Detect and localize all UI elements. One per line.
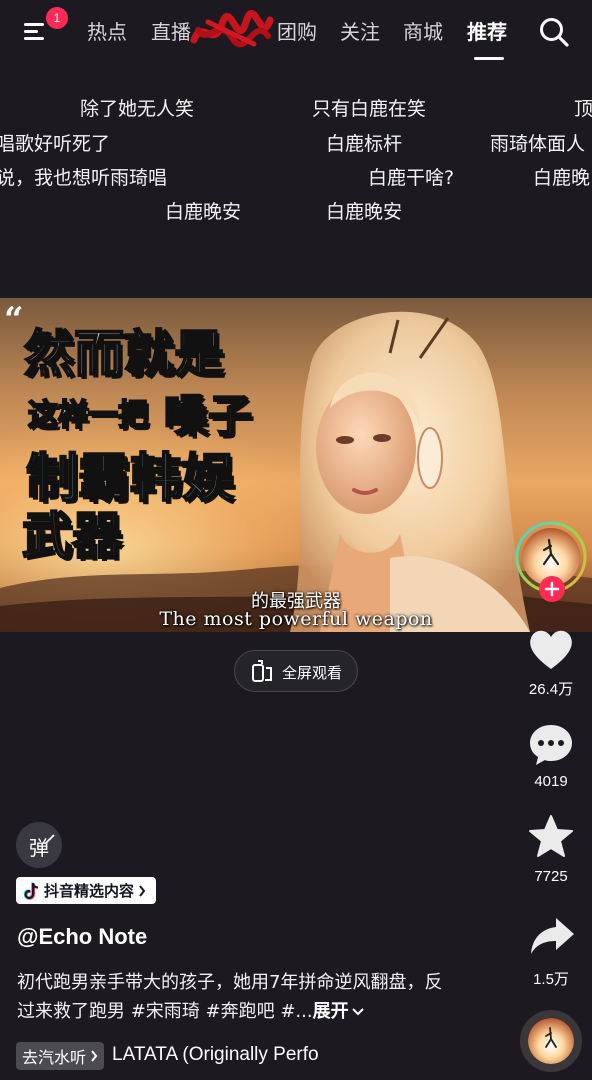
favorite-count: 7725 [534, 868, 568, 885]
music-cover-image [528, 1018, 574, 1064]
danmaku-comment: 雨琦体面人 [490, 133, 586, 155]
expand-label: 展开 [312, 1001, 349, 1022]
favorite-button[interactable] [528, 814, 574, 860]
comment-bubble-icon [530, 725, 572, 765]
music-disc[interactable] [520, 1010, 582, 1072]
comment-count: 4019 [534, 773, 568, 790]
video-description: 初代跑男亲手带大的孩子，她用7年拼命逆风翻盘，反过来救了跑男 #宋雨琦 #奔跑吧… [17, 968, 457, 1026]
featured-content-label: 抖音精选内容 [44, 882, 135, 900]
menu-icon-line [24, 23, 44, 26]
follow-button[interactable] [539, 576, 565, 602]
search-icon[interactable] [538, 16, 570, 48]
danmaku-comment: 只有白鹿在笑 [312, 98, 427, 120]
danmaku-comment: 除了她无人笑 [80, 98, 195, 120]
menu-button[interactable] [20, 18, 50, 46]
tab-live[interactable]: 直播 [151, 18, 191, 46]
danmaku-comment: 白鹿晚安 [326, 201, 403, 223]
share-count: 1.5万 [533, 971, 569, 988]
danmaku-off-slash-icon [45, 834, 55, 844]
douyin-logo-icon [24, 881, 39, 900]
fullscreen-label: 全屏观看 [282, 664, 343, 682]
red-scribble-overlay [190, 10, 274, 48]
danmaku-comment: 白鹿干啥? [368, 167, 455, 189]
danmaku-toggle-label: 弹 [29, 836, 49, 860]
danmaku-comment: 唱歌好听死了 [0, 133, 111, 155]
chevron-right-icon [91, 1050, 98, 1062]
like-button[interactable] [527, 626, 575, 674]
author-name[interactable]: @Echo Note [17, 924, 147, 950]
tab-recommend[interactable]: 推荐 [467, 18, 507, 46]
danmaku-comment: 白鹿晚 [533, 167, 591, 189]
danmaku-toggle-button[interactable]: 弹 [16, 822, 62, 868]
plus-icon [544, 581, 560, 597]
overlay-text-line: 这样一把 [27, 397, 149, 434]
heart-icon [530, 630, 572, 669]
quote-mark: “ [4, 300, 24, 340]
share-arrow-icon [531, 918, 574, 954]
listen-in-qishui-button[interactable]: 去汽水听 [16, 1042, 105, 1070]
active-tab-indicator [474, 57, 504, 60]
listen-in-qishui-label: 去汽水听 [22, 1048, 87, 1067]
subtitle-english: The most powerful weapon [159, 608, 433, 630]
fullscreen-button[interactable]: 全屏观看 [234, 650, 358, 692]
overlay-text-line: 然而就是 [23, 324, 225, 384]
danmaku-comment: 白鹿标杆 [326, 133, 403, 155]
expand-description-button[interactable]: 展开 [313, 1001, 365, 1022]
featured-content-tag[interactable]: 抖音精选内容 [16, 877, 157, 904]
chevron-down-icon [351, 1008, 364, 1016]
notification-badge: 1 [46, 7, 68, 29]
star-icon [529, 815, 573, 857]
menu-icon-line [24, 37, 44, 40]
danmaku-comment: 白鹿晚安 [165, 201, 242, 223]
description-text: 初代跑男亲手带大的孩子，她用7年拼命逆风翻盘，反过来救了跑男 #宋雨琦 #奔跑吧… [17, 972, 443, 1022]
tab-group-buy[interactable]: 团购 [277, 18, 317, 46]
overlay-text-line: 武器 [21, 506, 123, 566]
share-button[interactable] [528, 914, 576, 958]
top-navigation: 1 热点 直播 团购 关注 商城 推荐 [0, 0, 592, 64]
rotate-screen-icon [252, 660, 272, 682]
music-title[interactable]: LATATA (Originally Perfo [112, 1044, 346, 1066]
comment-button[interactable] [528, 722, 574, 768]
danmaku-comment: 顶 [574, 98, 592, 120]
like-count: 26.4万 [528, 681, 574, 698]
chevron-right-icon [139, 884, 146, 897]
video-player[interactable]: “ 然而就是 这样一把 嗓子 制霸韩娱 武器 的最强武器 The most po… [0, 298, 592, 632]
menu-icon-line [24, 30, 38, 33]
tab-hot[interactable]: 热点 [87, 18, 127, 46]
overlay-text-highlight: 嗓子 [163, 390, 253, 443]
danmaku-comment: 说，我也想听雨琦唱 [0, 167, 168, 189]
tab-following[interactable]: 关注 [340, 18, 380, 46]
tab-mall[interactable]: 商城 [403, 18, 443, 46]
